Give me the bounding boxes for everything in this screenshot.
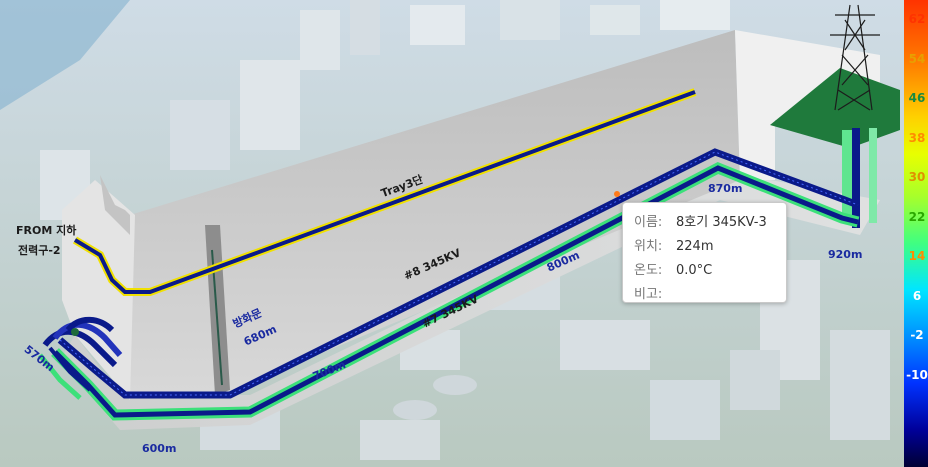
tooltip-note-key: 비고:	[634, 287, 663, 302]
legend-color-bar	[904, 0, 928, 467]
riser-green	[842, 130, 852, 220]
tooltip-name-key: 이름:	[634, 215, 663, 230]
tooltip-temp-value: 0.0°C	[676, 263, 713, 278]
source-label: 전력구-2	[18, 244, 61, 257]
legend-tick: -2	[910, 328, 924, 342]
legend-tick: -10	[906, 367, 928, 382]
legend-tick: 54	[908, 51, 926, 66]
tooltip-position-key: 위치:	[634, 239, 663, 254]
legend-tick: 38	[908, 130, 926, 145]
tooltip-name-value: 8호기 345KV-3	[676, 215, 767, 230]
sensor-tooltip: 이름: 8호기 345KV-3 위치: 224m 온도: 0.0°C 비고:	[622, 202, 787, 303]
legend-tick: 22	[908, 209, 926, 224]
temperature-legend: 62 54 46 38 30 22 14 6 -2 -10	[903, 0, 928, 467]
legend-tick: 14	[908, 249, 926, 263]
tooltip-temp-key: 온도:	[634, 263, 663, 278]
from-label: FROM 지하	[16, 224, 77, 237]
legend-tick: 46	[908, 91, 926, 105]
legend-tick: 62	[908, 12, 926, 26]
distance-920m: 920m	[828, 248, 863, 261]
distance-870m: 870m	[708, 182, 743, 195]
legend-tick: 6	[912, 288, 922, 303]
tooltip-position-value: 224m	[676, 239, 714, 254]
legend-tick: 30	[908, 170, 926, 184]
distance-600m: 600m	[142, 442, 177, 455]
riser-dark	[852, 128, 860, 228]
sensor-marker[interactable]	[614, 191, 620, 197]
